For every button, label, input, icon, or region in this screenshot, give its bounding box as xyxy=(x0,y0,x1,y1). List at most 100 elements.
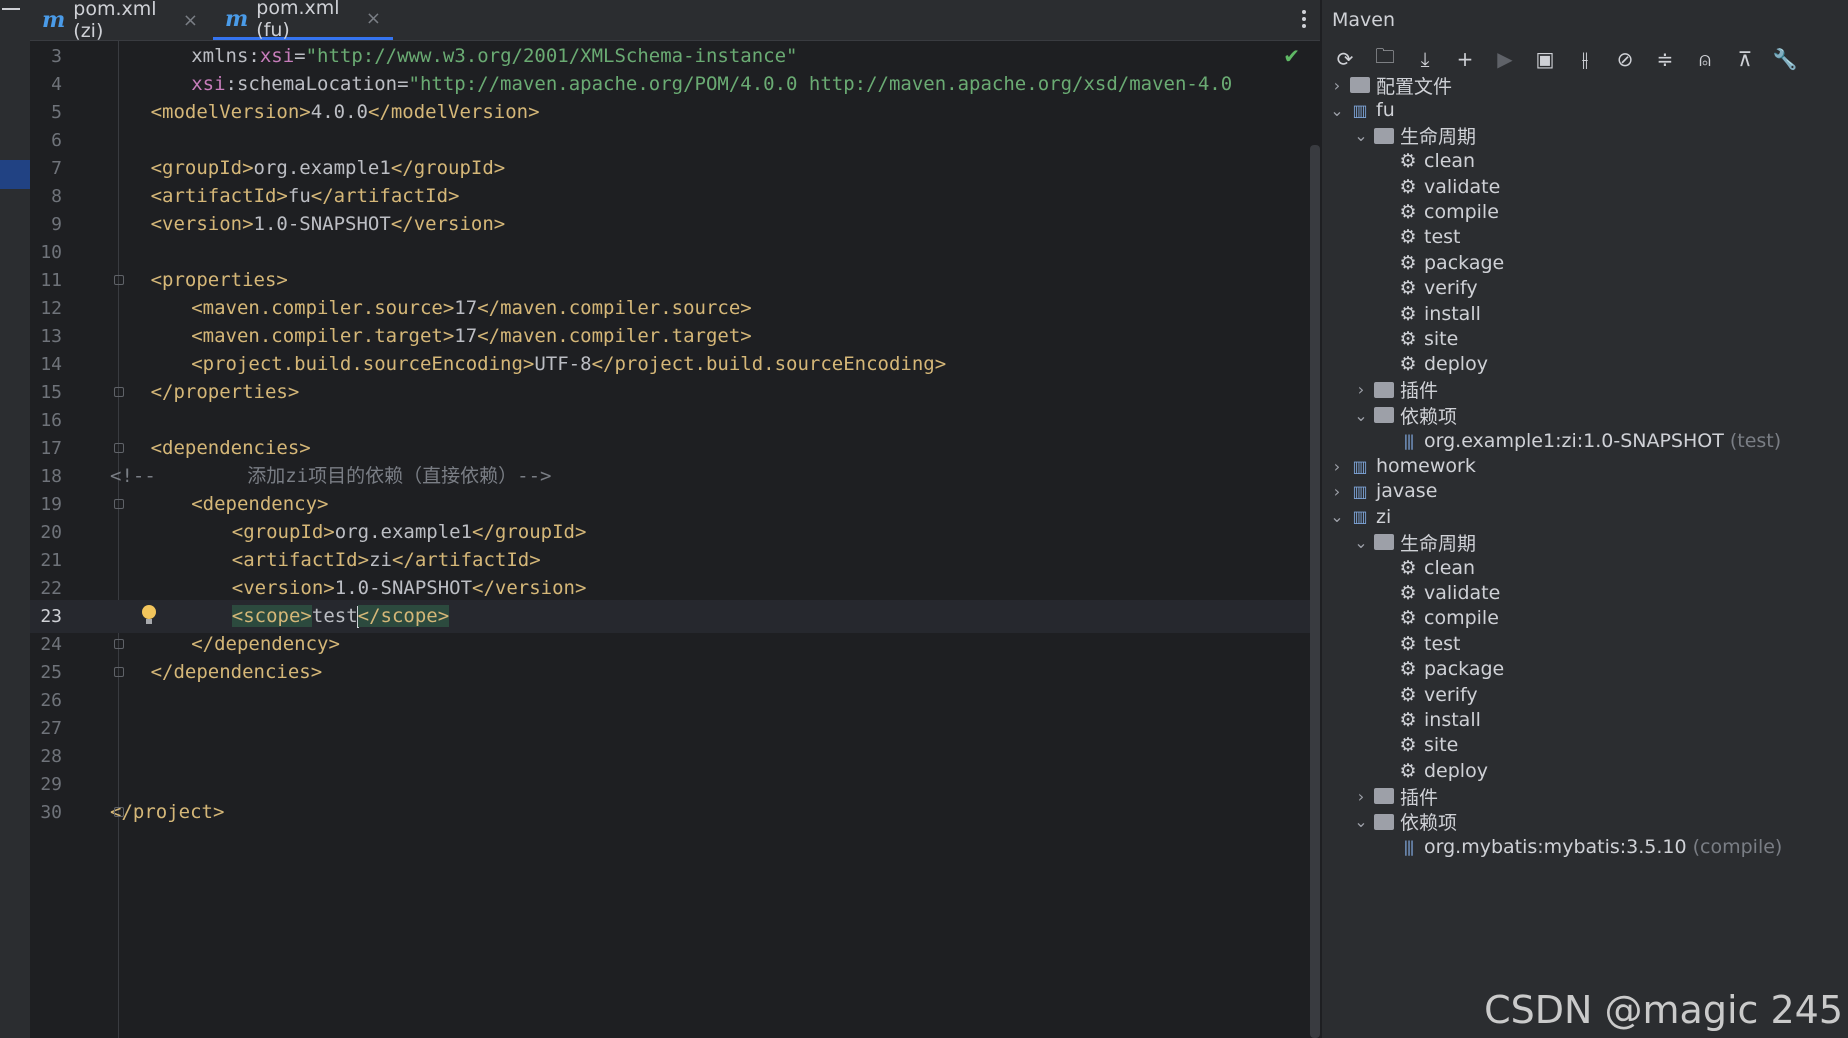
code-token: xsi xyxy=(191,73,226,95)
code-token: <project.build.sourceEncoding> xyxy=(191,353,535,375)
fold-toggle-icon[interactable] xyxy=(114,275,124,285)
tree-node-label: package xyxy=(1424,251,1505,274)
chevron-icon[interactable]: › xyxy=(1328,76,1346,95)
code-token: UTF-8 xyxy=(534,353,592,375)
collapse-icon[interactable]: ≑ xyxy=(1652,46,1678,72)
code-token: = xyxy=(294,45,306,67)
minimize-icon[interactable] xyxy=(2,8,20,10)
gear-icon: ⚙ xyxy=(1399,658,1417,681)
reload-icon[interactable]: ⟳ xyxy=(1332,46,1358,72)
close-icon[interactable]: × xyxy=(183,10,198,31)
gear-icon: ⚙ xyxy=(1399,759,1417,782)
code-token: <artifactId> xyxy=(150,185,288,207)
execute-goal-icon[interactable]: ▣ xyxy=(1532,46,1558,72)
code-token: </artifactId> xyxy=(310,185,460,207)
tree-node-label: verify xyxy=(1424,277,1478,300)
tree-node-label: package xyxy=(1424,658,1505,681)
tab-label: pom.xml (fu) xyxy=(256,0,340,41)
settings-wrench-icon[interactable]: 🔧 xyxy=(1772,46,1798,72)
code-token: </project> xyxy=(110,801,225,823)
plus-icon[interactable]: + xyxy=(1452,46,1478,72)
vertical-scrollbar[interactable] xyxy=(1310,145,1320,1038)
gear-icon: ⚙ xyxy=(1399,201,1417,223)
chevron-icon[interactable]: ⌄ xyxy=(1352,533,1370,552)
maven-module-icon: ▥ xyxy=(1352,456,1368,476)
skip-tests-icon[interactable]: ⊘ xyxy=(1612,46,1638,72)
fold-toggle-icon[interactable] xyxy=(114,667,124,677)
tree-node-label: zi xyxy=(1376,505,1392,528)
expand-icon[interactable]: ⊼ xyxy=(1732,46,1758,72)
chevron-icon[interactable]: › xyxy=(1328,457,1346,476)
code-token: "http://maven.apache.org/POM/4.0.0 http:… xyxy=(408,73,1233,95)
tree-node-label: homework xyxy=(1376,455,1476,477)
chevron-icon[interactable]: ⌄ xyxy=(1352,812,1370,831)
code-token: 1.0-SNAPSHOT xyxy=(334,577,473,599)
chevron-icon[interactable]: ⌄ xyxy=(1352,406,1370,425)
dependency-graph-icon[interactable]: ⍝ xyxy=(1692,46,1718,72)
code-token: 17 xyxy=(454,297,478,319)
folder-icon xyxy=(1374,407,1394,424)
tree-node-label: fu xyxy=(1376,99,1395,122)
no-problems-check-icon[interactable]: ✔ xyxy=(1283,44,1300,68)
maven-panel: Maven ⟳ 🗀 ⤓ + ▶ ▣ ⫲ ⊘ ≑ ⍝ ⊼ 🔧 › 配置文件 ⌄ ▥ fu ⌄ 生命周期 ⚙ clean ⚙… xyxy=(1321,0,1848,1038)
gear-icon: ⚙ xyxy=(1399,709,1417,731)
tree-node-label: test xyxy=(1424,632,1461,655)
code-token: </maven.compiler.target> xyxy=(477,325,752,347)
code-token: <version> xyxy=(231,577,335,599)
tree-node[interactable]: ||| org.mybatis:mybatis:3.5.10 (compile) xyxy=(1376,832,1782,862)
code-line[interactable]: 30 </project> xyxy=(30,796,1320,829)
tree-node-label: validate xyxy=(1424,175,1501,198)
fold-toggle-icon[interactable] xyxy=(114,387,124,397)
code-token: <artifactId> xyxy=(231,549,370,571)
intention-bulb-icon[interactable] xyxy=(142,605,156,624)
tree-node-label: clean xyxy=(1424,150,1476,173)
fold-toggle-icon[interactable] xyxy=(114,807,124,817)
code-token: <modelVersion> xyxy=(150,101,311,123)
add-folder-icon[interactable]: 🗀 xyxy=(1372,44,1398,72)
code-token: <properties> xyxy=(150,269,288,291)
folder-icon xyxy=(1374,127,1394,144)
dependency-icon: ||| xyxy=(1403,431,1414,450)
tree-node-label: verify xyxy=(1424,683,1478,706)
tab-pom-zi[interactable]: m pom.xml (zi) × xyxy=(30,0,210,42)
code-editor: m pom.xml (zi) × m pom.xml (fu) × 3 xmlns… xyxy=(30,0,1320,1038)
chevron-icon[interactable]: › xyxy=(1352,787,1370,806)
gear-icon: ⚙ xyxy=(1399,607,1417,630)
gear-icon: ⚙ xyxy=(1399,226,1417,249)
fold-toggle-icon[interactable] xyxy=(114,443,124,453)
chevron-icon[interactable]: ⌄ xyxy=(1328,101,1346,120)
code-token: <version> xyxy=(150,213,254,235)
code-token: </scope> xyxy=(357,605,450,627)
chevron-icon[interactable]: ⌄ xyxy=(1328,507,1346,526)
tree-node-label: deploy xyxy=(1424,353,1488,376)
fold-toggle-icon[interactable] xyxy=(114,499,124,509)
download-icon[interactable]: ⤓ xyxy=(1412,46,1438,72)
gear-icon: ⚙ xyxy=(1399,683,1417,706)
chevron-icon[interactable]: › xyxy=(1328,482,1346,501)
toggle-offline-icon[interactable]: ⫲ xyxy=(1572,46,1598,72)
editor-tab-bar: m pom.xml (zi) × m pom.xml (fu) × xyxy=(30,0,1320,42)
chevron-icon[interactable]: › xyxy=(1352,380,1370,399)
folder-icon xyxy=(1374,813,1394,830)
more-options-icon[interactable] xyxy=(1302,10,1306,28)
maven-module-icon: ▥ xyxy=(1352,481,1368,501)
code-token: org.example1 xyxy=(334,521,473,543)
code-token: </modelVersion> xyxy=(367,101,540,123)
close-icon[interactable]: × xyxy=(366,8,381,29)
left-tool-strip xyxy=(0,0,31,1038)
tree-node-label: site xyxy=(1424,734,1459,757)
tree-node-label: test xyxy=(1424,226,1461,249)
fold-toggle-icon[interactable] xyxy=(114,639,124,649)
gear-icon: ⚙ xyxy=(1399,302,1417,325)
code-token: :schemaLocation= xyxy=(225,73,409,95)
tab-pom-fu[interactable]: m pom.xml (fu) × xyxy=(213,0,393,41)
code-token: fu xyxy=(287,185,311,207)
tree-node-label: site xyxy=(1424,328,1459,350)
chevron-icon[interactable]: ⌄ xyxy=(1352,126,1370,145)
code-token: <groupId> xyxy=(231,521,335,543)
run-icon[interactable]: ▶ xyxy=(1492,46,1518,72)
code-token: 4.0.0 xyxy=(310,101,368,123)
folder-icon xyxy=(1374,534,1394,551)
code-token: 1.0-SNAPSHOT xyxy=(253,213,391,235)
code-token: <maven.compiler.source> xyxy=(191,297,455,319)
